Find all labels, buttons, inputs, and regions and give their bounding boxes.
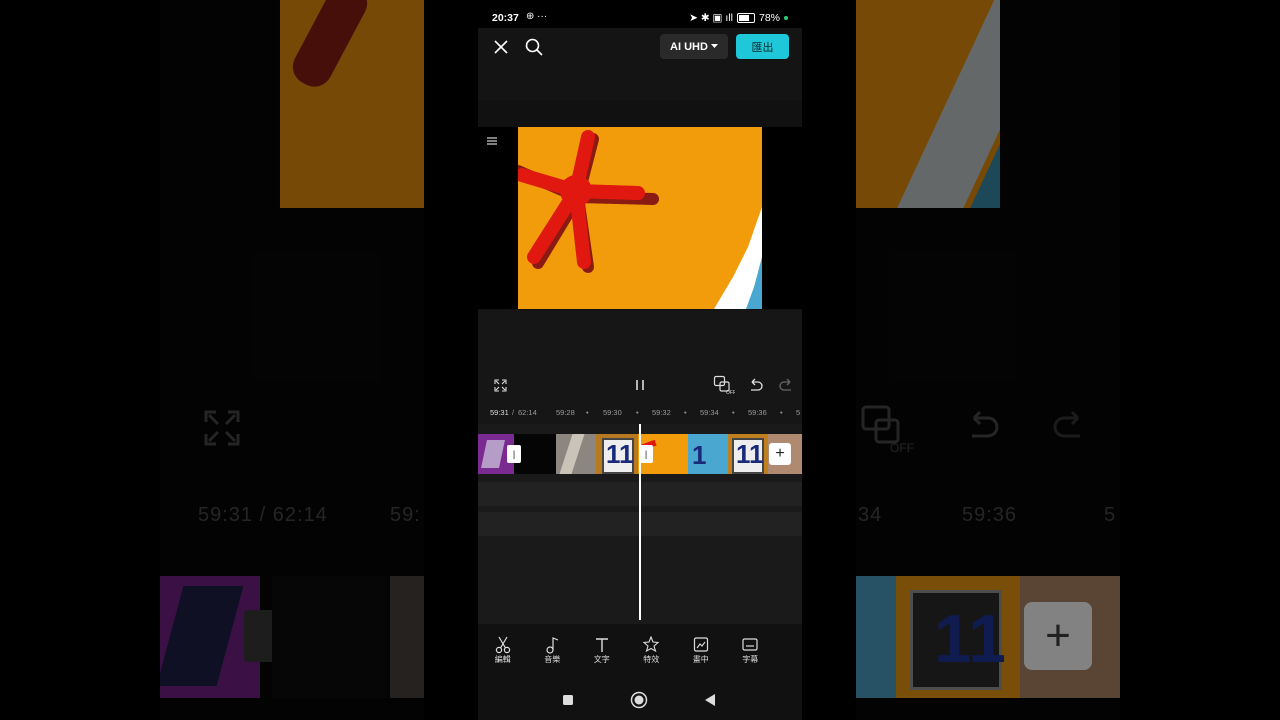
- tool-label: 字幕: [742, 655, 759, 664]
- backdrop-right: OFF 34 59:36 5 11 +: [856, 0, 1120, 720]
- captions-icon: [742, 638, 758, 651]
- clip-thumbnail[interactable]: [556, 434, 596, 474]
- ruler-dot: •: [732, 408, 735, 417]
- undo-button[interactable]: [746, 375, 766, 395]
- overlay-icon: [693, 637, 708, 652]
- ruler-tick-label: 59:28: [556, 408, 575, 417]
- search-icon: [525, 38, 543, 56]
- close-button[interactable]: [490, 36, 512, 58]
- redo-button[interactable]: [776, 375, 796, 395]
- nav-recents-button[interactable]: [558, 690, 578, 710]
- timeline-total-time: 62:14: [518, 408, 537, 417]
- charging-dot-icon: [784, 16, 788, 20]
- android-nav-bar: [478, 680, 802, 720]
- starfish-drawing: [518, 127, 762, 309]
- timeline-separator: /: [512, 408, 515, 417]
- transition-marker[interactable]: |: [507, 445, 521, 463]
- preview-menu-icon[interactable]: [486, 136, 498, 146]
- effects-icon: [643, 636, 660, 653]
- timeline-current-time: 59:31: [490, 408, 509, 417]
- battery-icon: [736, 13, 755, 23]
- resolution-dropdown[interactable]: AI UHD: [660, 34, 728, 59]
- ruler-dot: •: [586, 408, 589, 417]
- nav-home-button[interactable]: [628, 690, 650, 710]
- redo-icon: [779, 378, 791, 391]
- tool-text[interactable]: 文字: [577, 624, 627, 680]
- resolution-label: AI UHD: [670, 40, 708, 53]
- preview-spacer: [478, 310, 802, 368]
- ruler-tick-label: 5: [796, 408, 801, 417]
- tool-label: 畫中: [692, 655, 709, 664]
- nav-back-button[interactable]: [700, 690, 720, 710]
- add-clip-button[interactable]: +: [769, 443, 791, 465]
- pause-button[interactable]: [630, 375, 650, 395]
- status-left-icons: ⊕ ···: [526, 11, 548, 22]
- text-icon: [595, 638, 608, 652]
- tool-captions[interactable]: 字幕: [726, 624, 776, 680]
- tool-label: 文字: [593, 655, 610, 664]
- backdrop-left: 59:31 / 62:14 59:: [160, 0, 424, 720]
- scissors-icon: [495, 636, 510, 654]
- status-time: 20:37: [492, 12, 519, 24]
- back-triangle-icon: [705, 694, 715, 706]
- tool-label: 特效: [643, 655, 660, 664]
- search-button[interactable]: [523, 36, 545, 58]
- ruler-tick-label: 59:36: [748, 408, 767, 417]
- ruler-tick-label: 59:32: [652, 408, 671, 417]
- tool-effects[interactable]: 特效: [627, 624, 677, 680]
- home-circle-icon: [630, 691, 648, 709]
- music-note-icon: [546, 637, 559, 654]
- chevron-down-icon: [710, 44, 718, 48]
- overlay-off-icon: OFF: [713, 375, 735, 395]
- ruler-dot: •: [684, 408, 687, 417]
- tool-edit[interactable]: 編輯: [478, 624, 528, 680]
- status-signal-icons: ➤ ✱ ▣ ıll: [689, 12, 733, 24]
- pause-icon: [636, 380, 644, 390]
- undo-icon: [751, 378, 763, 391]
- close-icon: [494, 40, 508, 54]
- export-button[interactable]: 匯出: [736, 34, 789, 59]
- tool-label: 音樂: [544, 655, 561, 664]
- status-right-icons: ➤ ✱ ▣ ıll 78%: [689, 12, 788, 24]
- clip-thumbnail[interactable]: 1: [688, 434, 728, 474]
- playback-controls: OFF: [478, 368, 802, 404]
- playhead[interactable]: [639, 424, 641, 620]
- preview-frame: [518, 127, 762, 309]
- tool-overlay[interactable]: 畫中: [676, 624, 726, 680]
- overlay-toggle-button[interactable]: OFF: [712, 373, 736, 397]
- ruler-dot: •: [636, 408, 639, 417]
- video-preview[interactable]: [478, 100, 802, 310]
- bottom-toolbar: 編輯 音樂 文字 特效 畫中 字幕: [478, 624, 802, 680]
- fullscreen-button[interactable]: [490, 375, 510, 395]
- clip-thumbnail[interactable]: 11: [728, 434, 768, 474]
- battery-level: 78%: [758, 12, 780, 24]
- phone-screen: 20:37 ⊕ ··· ➤ ✱ ▣ ıll 78% AI UHD 匯出 OFF …: [478, 0, 802, 720]
- top-app-bar: AI UHD 匯出: [478, 28, 802, 100]
- tool-label: 編輯: [494, 655, 511, 664]
- ruler-dot: •: [780, 408, 783, 417]
- timeline-ruler[interactable]: 59:31 / 62:14 59:28 • 59:30 • 59:32 • 59…: [478, 404, 802, 424]
- svg-text:OFF: OFF: [726, 390, 735, 395]
- square-icon: [563, 695, 573, 705]
- ruler-tick-label: 59:34: [700, 408, 719, 417]
- tool-audio[interactable]: 音樂: [528, 624, 578, 680]
- ruler-tick-label: 59:30: [603, 408, 622, 417]
- fullscreen-icon: [493, 378, 507, 392]
- transition-marker[interactable]: |: [639, 445, 653, 463]
- clip-thumbnail[interactable]: 11: [596, 434, 638, 474]
